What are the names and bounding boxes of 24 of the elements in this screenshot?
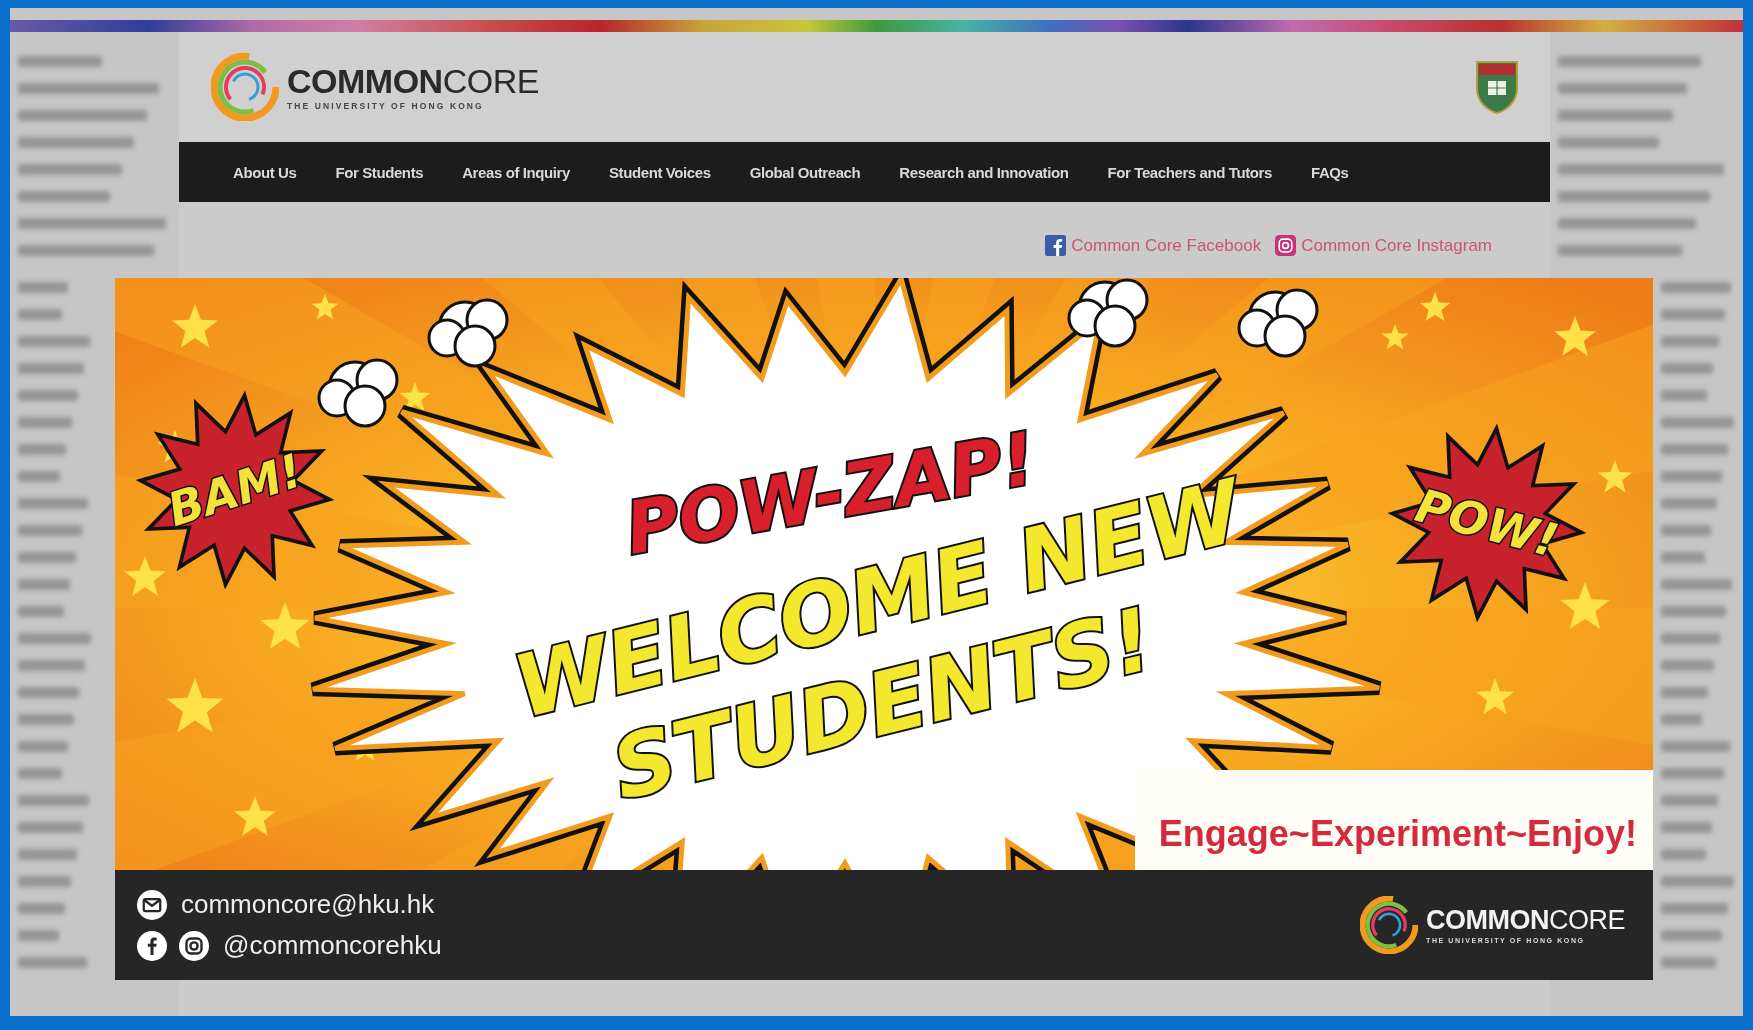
envelope-icon: [137, 889, 167, 920]
logo-title: COMMONCORE: [287, 63, 539, 98]
nav-link[interactable]: For Teachers and Tutors: [1107, 163, 1272, 181]
nav-link[interactable]: FAQs: [1310, 163, 1349, 181]
logo-title: COMMONCORE: [1426, 906, 1625, 934]
tagline-text: Engage~Experiment~Enjoy!: [1158, 813, 1637, 854]
crest-icon: [1474, 59, 1520, 115]
instagram-icon: [1275, 235, 1297, 256]
nav-link[interactable]: Areas of Inquiry: [462, 163, 570, 181]
contact-text: @commoncorehku: [223, 930, 442, 961]
exclamation-text: BAM!: [161, 443, 309, 537]
facebook-icon: [1045, 235, 1067, 256]
rings-logo-icon: [211, 53, 279, 121]
logo-subtitle: THE UNIVERSITY OF HONG KONG: [287, 100, 485, 111]
nav-link[interactable]: Student Voices: [608, 163, 711, 181]
facebook-icon: [137, 930, 167, 961]
instagram-icon: [179, 930, 209, 961]
exclamation-text: POW!: [1410, 478, 1564, 568]
contact-text: commoncore@hku.hk: [181, 889, 435, 920]
rings-logo-icon: [1360, 896, 1418, 954]
nav-link[interactable]: Research and Innovation: [899, 163, 1069, 181]
nav-link[interactable]: Global Outreach: [749, 163, 861, 181]
nav-link[interactable]: About Us: [233, 163, 297, 181]
nav-link[interactable]: For Students: [335, 163, 424, 181]
